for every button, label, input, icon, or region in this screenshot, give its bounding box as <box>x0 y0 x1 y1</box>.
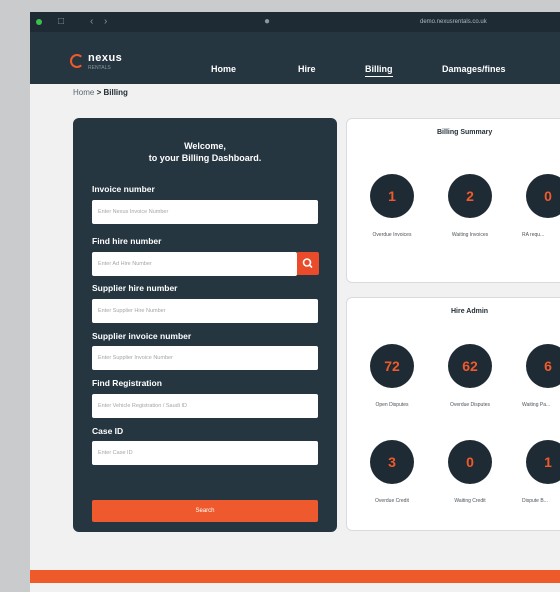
invoice-number-input[interactable] <box>92 200 318 224</box>
nexus-logo[interactable]: nexus RENTALS <box>70 52 140 74</box>
breadcrumb-separator: > <box>96 88 102 97</box>
sidebar-toggle-icon[interactable]: □ <box>58 16 64 28</box>
nav-hire[interactable]: Hire <box>298 64 316 74</box>
billing-search-panel: Welcome, to your Billing Dashboard. <box>73 118 337 532</box>
invoice-number-label: Invoice number <box>92 184 155 194</box>
case-id-label: Case ID <box>92 426 124 436</box>
browser-titlebar: □ ‹ › ● demo.nexusrentals.co.uk <box>30 12 560 32</box>
window-close-dot[interactable] <box>36 19 42 25</box>
stat-value: 62 <box>462 358 478 374</box>
logo-subtext: RENTALS <box>88 65 111 71</box>
stat-value: 6 <box>544 358 552 374</box>
stat-label: Waiting Pa... <box>522 402 551 408</box>
stat-label: Overdue Invoices <box>372 232 412 238</box>
overdue-disputes-stat[interactable]: 62 <box>448 344 492 388</box>
stat-value: 1 <box>544 454 552 470</box>
address-bar[interactable]: demo.nexusrentals.co.uk <box>420 17 487 27</box>
welcome-heading: Welcome, to your Billing Dashboard. <box>73 140 337 164</box>
ra-requests-stat[interactable]: 0 <box>526 174 560 218</box>
find-registration-input[interactable] <box>92 394 318 418</box>
stat-label: Waiting Invoices <box>451 232 489 238</box>
stat-label: Overdue Disputes <box>449 402 491 408</box>
dispute-b-stat[interactable]: 1 <box>526 440 560 484</box>
overdue-credit-stat[interactable]: 3 <box>370 440 414 484</box>
stat-label: Overdue Credit <box>375 498 409 504</box>
supplier-hire-number-label: Supplier hire number <box>92 283 178 293</box>
breadcrumb: Home > Billing <box>73 88 128 97</box>
page-footer <box>30 570 560 583</box>
stat-label: Dispute B... <box>522 498 548 504</box>
stat-value: 2 <box>466 188 474 204</box>
breadcrumb-current: Billing <box>103 88 128 97</box>
overdue-invoices-stat[interactable]: 1 <box>370 174 414 218</box>
hire-admin-title: Hire Admin <box>451 308 489 315</box>
search-icon <box>302 258 313 269</box>
privacy-icon[interactable]: ● <box>264 16 270 28</box>
welcome-line-1: Welcome, <box>184 141 226 151</box>
logo-ring-icon <box>70 54 84 68</box>
find-hire-number-input[interactable] <box>92 252 297 276</box>
stat-value: 3 <box>388 454 396 470</box>
hire-search-button[interactable] <box>297 252 319 275</box>
hire-admin-card: Hire Admin <box>346 297 560 531</box>
find-registration-label: Find Registration <box>92 378 162 388</box>
search-button[interactable]: Search <box>92 500 318 522</box>
supplier-hire-number-input[interactable] <box>92 299 318 323</box>
welcome-line-2: to your Billing Dashboard. <box>148 153 262 163</box>
logo-text: nexus <box>88 52 123 64</box>
stat-label: RA requ... <box>522 232 545 238</box>
case-id-input[interactable] <box>92 441 318 465</box>
find-hire-number-label: Find hire number <box>92 236 162 246</box>
stat-value: 72 <box>384 358 400 374</box>
stat-value: 1 <box>388 188 396 204</box>
supplier-invoice-number-input[interactable] <box>92 346 318 370</box>
waiting-credit-stat[interactable]: 0 <box>448 440 492 484</box>
waiting-payment-stat[interactable]: 6 <box>526 344 560 388</box>
nav-damages-fines[interactable]: Damages/fines <box>442 64 506 74</box>
stat-label: Open Disputes <box>375 402 409 408</box>
stat-label: Waiting Credit <box>454 498 486 504</box>
stat-value: 0 <box>466 454 474 470</box>
nav-billing[interactable]: Billing <box>365 64 393 77</box>
top-navbar: nexus RENTALS Home Hire Billing Damages/… <box>30 32 560 84</box>
waiting-invoices-stat[interactable]: 2 <box>448 174 492 218</box>
supplier-invoice-number-label: Supplier invoice number <box>92 331 192 341</box>
stat-value: 0 <box>544 188 552 204</box>
open-disputes-stat[interactable]: 72 <box>370 344 414 388</box>
nav-home[interactable]: Home <box>211 64 236 74</box>
forward-icon[interactable]: › <box>104 16 107 28</box>
breadcrumb-home[interactable]: Home <box>73 88 94 97</box>
billing-summary-title: Billing Summary <box>437 129 493 136</box>
back-icon[interactable]: ‹ <box>90 16 93 28</box>
